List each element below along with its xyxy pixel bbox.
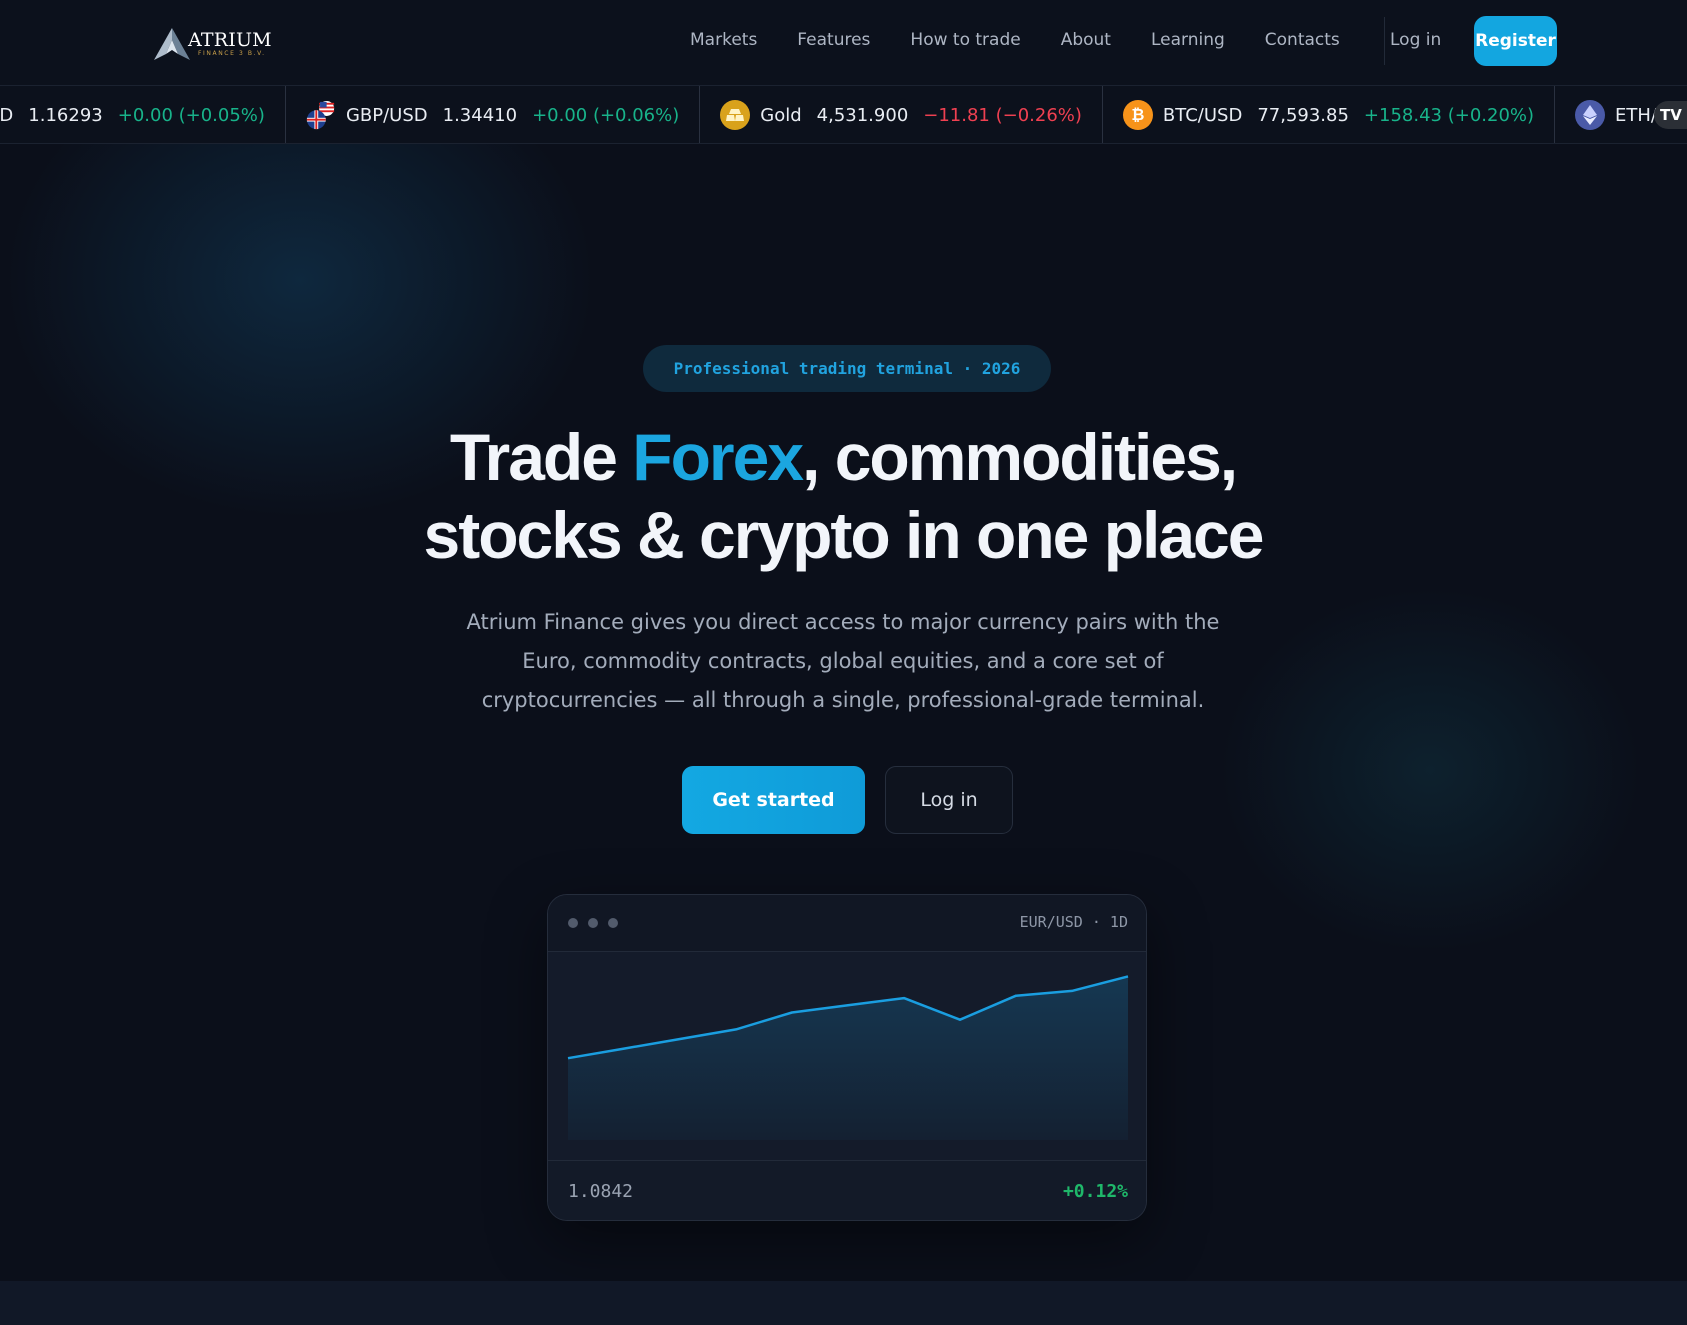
hero-title-line2: stocks & crypto in one place xyxy=(423,498,1265,572)
window-dot-icon xyxy=(568,918,578,928)
card-chart-area xyxy=(548,952,1146,1160)
ticker-symbol: GBP/USD xyxy=(345,104,428,126)
next-section-band xyxy=(0,1281,1687,1325)
window-dot-icon xyxy=(588,918,598,928)
price-chart xyxy=(567,975,1129,1140)
brand-logo[interactable]: ATRIUM FINANCE 3 B.V. xyxy=(150,26,275,62)
nav-item-markets[interactable]: Markets xyxy=(690,28,757,52)
nav-item-how-to-trade[interactable]: How to trade xyxy=(910,28,1020,52)
gold-bars-icon xyxy=(720,100,751,130)
chart-preview-card[interactable]: EUR/USD · 1D 1.0842 +0.12% xyxy=(547,894,1147,1221)
ticker-change: +0.00 (+0.06%) xyxy=(532,104,680,126)
ticker-item-gold[interactable]: Gold 4,531.900 −11.81 (−0.26%) xyxy=(700,86,1103,143)
chart-area-fill xyxy=(568,976,1128,1140)
ticker-change: +158.43 (+0.20%) xyxy=(1363,104,1535,126)
brand-name: ATRIUM xyxy=(188,29,272,51)
gbp-usd-flag-icon xyxy=(306,100,336,130)
header-login-link[interactable]: Log in xyxy=(1390,28,1441,52)
ticker-symbol: Gold xyxy=(760,104,802,126)
nav-item-features[interactable]: Features xyxy=(797,28,870,52)
card-symbol-label: EUR/USD · 1D xyxy=(1019,913,1128,931)
ticker-symbol: SD xyxy=(0,104,14,126)
card-footer: 1.0842 +0.12% xyxy=(548,1160,1146,1220)
ticker-item-gbpusd[interactable]: GBP/USD 1.34410 +0.00 (+0.06%) xyxy=(286,86,701,143)
card-header: EUR/USD · 1D xyxy=(548,895,1146,952)
register-button[interactable]: Register xyxy=(1474,16,1557,66)
ticker-price: 1.34410 xyxy=(442,104,518,126)
ethereum-icon xyxy=(1575,100,1606,130)
hero-title: Trade Forex, commodities, stocks & crypt… xyxy=(343,418,1343,574)
site-header: ATRIUM FINANCE 3 B.V. Markets Features H… xyxy=(0,0,1687,86)
hero-login-button[interactable]: Log in xyxy=(885,766,1013,834)
get-started-button[interactable]: Get started xyxy=(682,766,865,834)
card-price: 1.0842 xyxy=(568,1181,634,1202)
window-dot-icon xyxy=(608,918,618,928)
nav-item-about[interactable]: About xyxy=(1061,28,1111,52)
ticker-price: 4,531.900 xyxy=(816,104,909,126)
hero-title-part2: , commodities, xyxy=(802,420,1238,494)
ticker-price: 1.16293 xyxy=(28,104,103,126)
hero-pill-badge: Professional trading terminal · 2026 xyxy=(643,345,1051,392)
ticker-price: 77,593.85 xyxy=(1257,104,1349,126)
ticker-change: −11.81 (−0.26%) xyxy=(923,104,1082,126)
bitcoin-icon: ₿ xyxy=(1122,100,1153,130)
ticker-item-eurusd[interactable]: SD 1.16293 +0.00 (+0.05%) xyxy=(0,86,286,143)
hero-subtitle: Atrium Finance gives you direct access t… xyxy=(466,610,1220,712)
card-change: +0.12% xyxy=(1062,1181,1128,1202)
hero-title-part1: Trade xyxy=(449,420,633,494)
ticker-symbol: BTC/USD xyxy=(1162,104,1243,126)
nav-item-contacts[interactable]: Contacts xyxy=(1265,28,1340,52)
market-ticker: SD 1.16293 +0.00 (+0.05%) GBP/ xyxy=(0,86,1687,144)
nav-item-learning[interactable]: Learning xyxy=(1151,28,1225,52)
brand-tagline: FINANCE 3 B.V. xyxy=(198,50,266,57)
tradingview-badge-icon[interactable]: TV xyxy=(1654,101,1687,129)
ticker-item-btcusd[interactable]: ₿ BTC/USD 77,593.85 +158.43 (+0.20%) xyxy=(1103,86,1556,143)
main-nav: Markets Features How to trade About Lear… xyxy=(690,28,1380,52)
ticker-change: +0.00 (+0.05%) xyxy=(117,104,265,126)
hero-title-accent: Forex xyxy=(632,420,804,494)
nav-divider xyxy=(1384,17,1385,65)
